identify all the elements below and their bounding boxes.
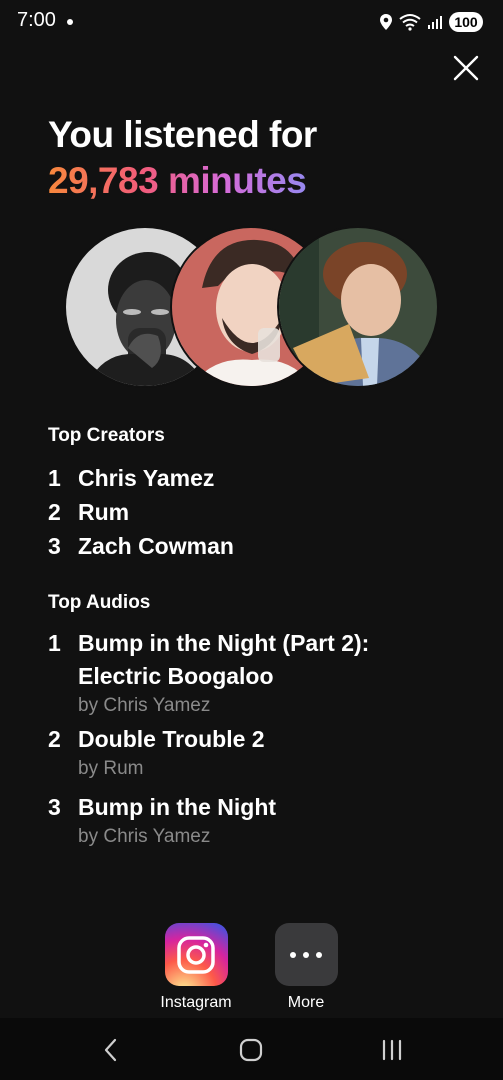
- audio-author: by Chris Yamez: [78, 826, 211, 847]
- status-bar: 7:00 100: [0, 0, 503, 44]
- recents-icon: [382, 1039, 402, 1061]
- status-time: 7:00: [17, 9, 56, 31]
- close-button[interactable]: [450, 52, 482, 84]
- creator-item[interactable]: 2 Rum: [48, 495, 468, 529]
- signal-icon: [428, 16, 442, 29]
- status-icons: 100: [379, 10, 483, 34]
- audio-author: by Rum: [78, 758, 144, 779]
- notification-dot-icon: [67, 19, 73, 25]
- back-chevron-icon: [104, 1038, 117, 1062]
- audio-item[interactable]: 2 Double Trouble 2 by Rum: [48, 723, 468, 791]
- screen: 7:00 100 You listened for 29,783 minutes…: [0, 0, 503, 1080]
- rank-number: 2: [48, 498, 61, 525]
- audio-title: Double Trouble 2: [78, 726, 265, 752]
- instagram-label: Instagram: [160, 994, 232, 1011]
- top-audios-title: Top Audios: [48, 592, 151, 613]
- more-dots-icon: [274, 923, 338, 986]
- audio-text: Bump in the Night (Part 2): Electric Boo…: [78, 627, 369, 723]
- audio-title: Bump in the Night (Part 2):: [78, 630, 370, 656]
- nav-back-button[interactable]: [91, 1032, 131, 1068]
- rank-number: 3: [48, 532, 61, 559]
- creator-item[interactable]: 1 Chris Yamez: [48, 461, 468, 495]
- audio-text: Bump in the Night by Chris Yamez: [78, 791, 276, 859]
- headline-line1: You listened for: [48, 114, 317, 155]
- minutes-unit: minutes: [167, 160, 307, 201]
- creator-item[interactable]: 3 Zach Cowman: [48, 529, 468, 563]
- audio-item[interactable]: 3 Bump in the Night by Chris Yamez: [48, 791, 468, 859]
- rank-number: 2: [48, 726, 61, 752]
- top-creators-avatars: [0, 228, 503, 388]
- navigation-bar: [0, 1018, 503, 1080]
- rank-number: 1: [48, 464, 61, 491]
- location-icon: [380, 14, 392, 30]
- creator-name: Zach Cowman: [78, 532, 234, 559]
- more-share-button[interactable]: More: [265, 923, 347, 1012]
- rank-number: 3: [48, 794, 61, 820]
- rank-number: 1: [48, 630, 61, 656]
- creator-name: Rum: [78, 498, 130, 525]
- top-creators-list: 1 Chris Yamez 2 Rum 3 Zach Cowman: [48, 461, 468, 563]
- instagram-share-button[interactable]: Instagram: [155, 923, 237, 1012]
- nav-recents-button[interactable]: [372, 1032, 412, 1068]
- home-icon: [239, 1038, 263, 1062]
- headline: You listened for 29,783 minutes: [48, 112, 317, 204]
- audio-text: Double Trouble 2 by Rum: [78, 723, 265, 791]
- top-creators-title: Top Creators: [48, 425, 165, 446]
- audio-title-continued: Electric Boogaloo: [78, 663, 274, 689]
- avatar: [279, 228, 437, 386]
- instagram-icon: [164, 923, 228, 986]
- creator-name: Chris Yamez: [78, 464, 215, 491]
- minutes-total: 29,783 minutes: [48, 158, 317, 204]
- audio-author: by Chris Yamez: [78, 695, 211, 716]
- battery-indicator: 100: [449, 12, 483, 32]
- nav-home-button[interactable]: [231, 1032, 271, 1068]
- audio-title: Bump in the Night: [78, 794, 277, 820]
- top-audios-list: 1 Bump in the Night (Part 2): Electric B…: [48, 627, 468, 859]
- more-label: More: [287, 994, 325, 1011]
- minutes-value: 29,783: [48, 160, 159, 201]
- audio-item[interactable]: 1 Bump in the Night (Part 2): Electric B…: [48, 627, 468, 723]
- wifi-icon: [399, 14, 421, 31]
- close-icon: [453, 55, 479, 81]
